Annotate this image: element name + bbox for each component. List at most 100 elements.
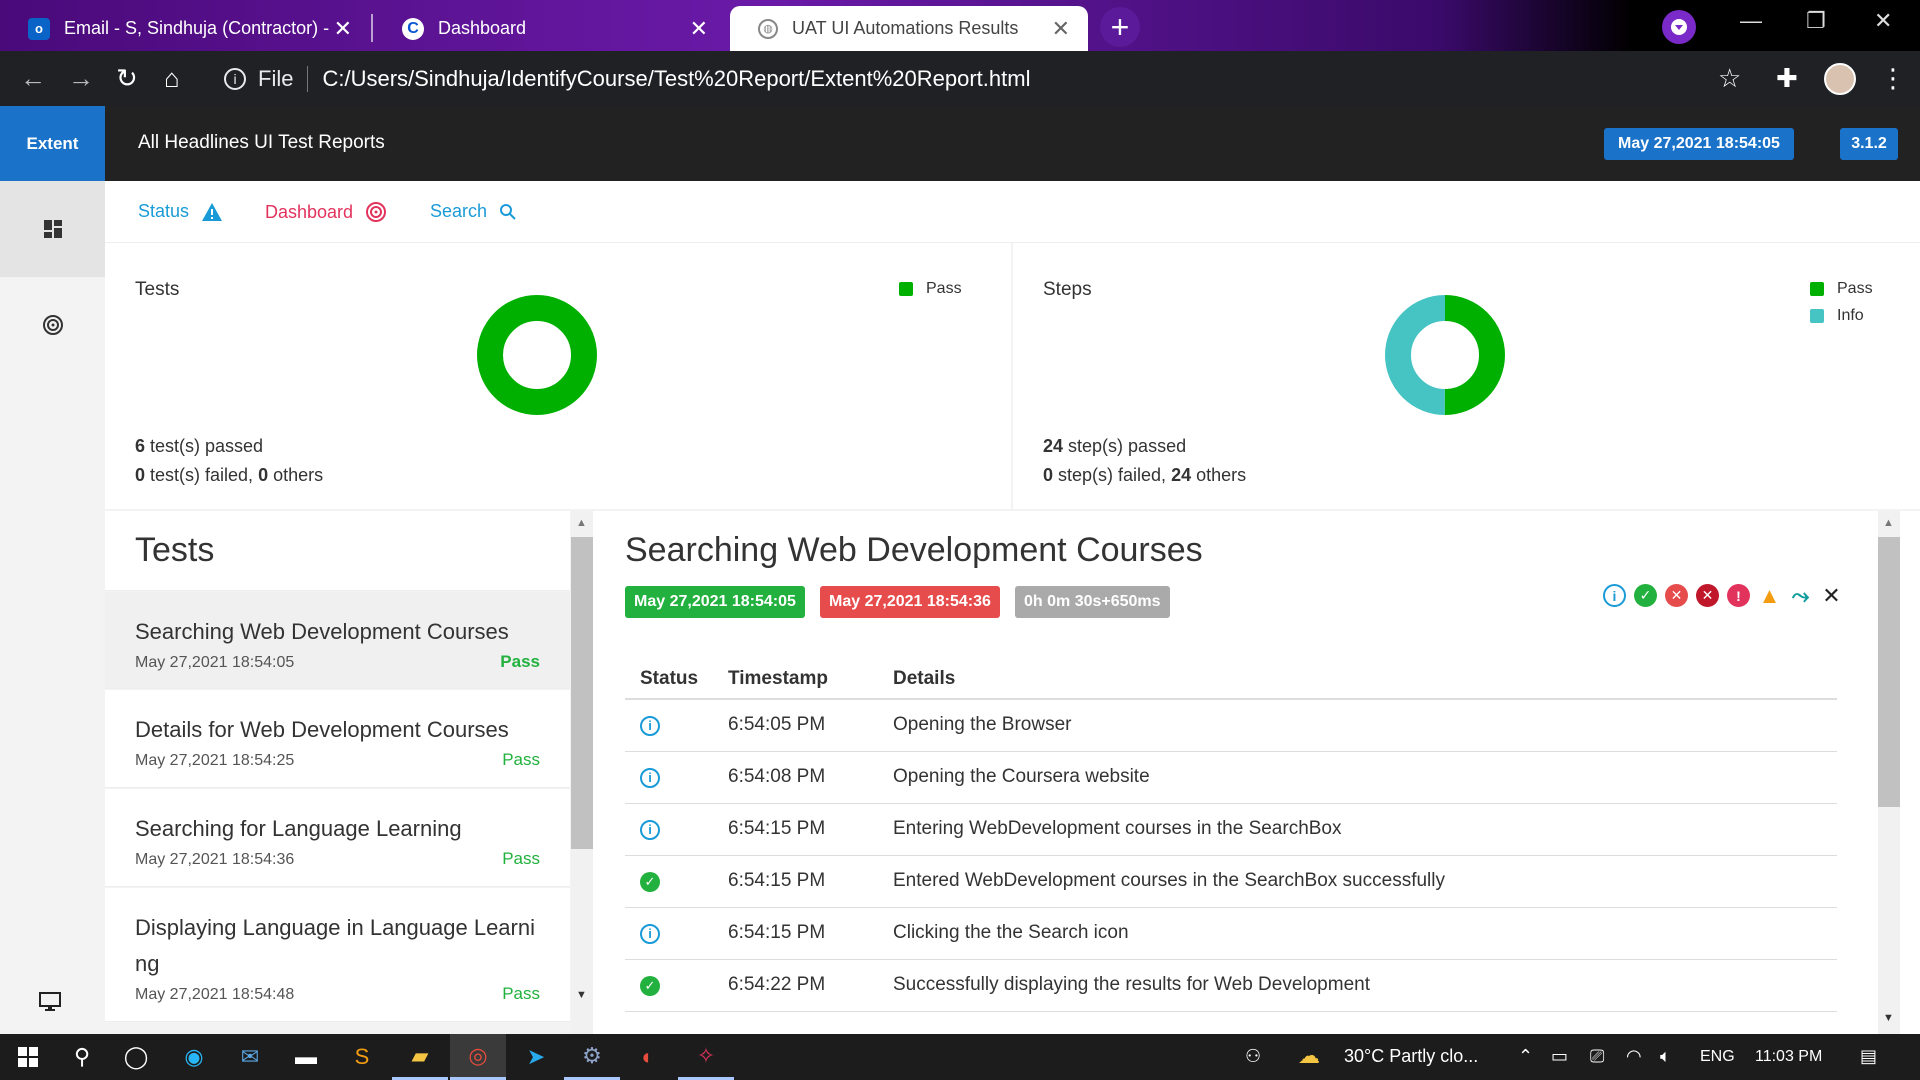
url-text[interactable]: C:/Users/Sindhuja/IdentifyCourse/Test%20… — [322, 66, 1030, 92]
close-tab-icon[interactable]: ✕ — [334, 16, 352, 42]
scroll-up-icon[interactable]: ▲ — [1883, 517, 1894, 529]
info-icon: i — [640, 767, 660, 788]
scroll-down-icon[interactable]: ▼ — [576, 989, 587, 1001]
settings-gear-icon[interactable]: ⚙ — [564, 1034, 620, 1080]
test-list-item[interactable]: Searching Web Development Courses May 27… — [105, 592, 570, 689]
clock[interactable]: 11:03 PM — [1755, 1048, 1822, 1066]
legend-label: Info — [1837, 306, 1864, 324]
grid-icon — [43, 220, 62, 238]
nav-dashboard[interactable]: Dashboard — [265, 201, 387, 223]
version-badge: 3.1.2 — [1840, 128, 1898, 160]
legend-label: Pass — [926, 279, 962, 297]
minimize-icon[interactable]: — — [1740, 8, 1762, 34]
bookmark-star-icon[interactable]: ☆ — [1718, 63, 1741, 94]
filter-info-icon[interactable]: i — [1603, 584, 1626, 607]
browser-tab-email[interactable]: o Email - S, Sindhuja (Contractor) - ✕ — [0, 6, 370, 51]
reload-icon[interactable]: ↻ — [116, 63, 138, 94]
steps-legend: Pass Info — [1810, 275, 1873, 329]
filter-skip-icon[interactable]: ⤳ — [1789, 583, 1812, 608]
sublime-icon[interactable]: S — [334, 1034, 390, 1080]
home-icon[interactable]: ⌂ — [164, 63, 180, 94]
start-time-badge: May 27,2021 18:54:05 — [625, 586, 805, 618]
scroll-up-icon[interactable]: ▲ — [576, 517, 587, 529]
nav-dashboard-label: Dashboard — [265, 201, 354, 222]
close-tab-icon[interactable]: ✕ — [690, 16, 708, 42]
status-cell: i — [625, 751, 713, 804]
tests-legend: Pass — [899, 275, 962, 302]
tests-failed-count: 0 — [135, 465, 146, 485]
task-view-icon[interactable]: ◯ — [108, 1034, 164, 1080]
nav-search-label: Search — [430, 201, 488, 221]
browser-tab-uat-results[interactable]: ◍ UAT UI Automations Results ✕ — [730, 6, 1088, 51]
language-indicator[interactable]: ENG — [1700, 1048, 1735, 1066]
tests-summary: 6 test(s) passed 0 test(s) failed, 0 oth… — [135, 432, 323, 490]
sidebar-item-tests[interactable] — [0, 181, 105, 277]
scroll-down-icon[interactable]: ▼ — [1883, 1012, 1894, 1024]
edge-icon[interactable]: ◉ — [166, 1034, 222, 1080]
browser-tab-dashboard[interactable]: C Dashboard ✕ — [374, 6, 726, 51]
clear-filter-icon[interactable]: ✕ — [1820, 583, 1843, 608]
search-icon[interactable]: ⚲ — [54, 1034, 110, 1080]
monitor-icon — [39, 992, 61, 1011]
address-bar[interactable]: i File C:/Users/Sindhuja/IdentifyCourse/… — [214, 57, 1754, 101]
steps-passed-line: 24 step(s) passed — [1043, 432, 1246, 461]
filter-fail-icon[interactable]: ✕ — [1665, 584, 1688, 607]
paint-icon[interactable]: ◐ — [620, 1034, 676, 1080]
test-list-item[interactable]: Displaying Language in Language Learni n… — [105, 888, 570, 1022]
tests-passed-text: test(s) passed — [145, 436, 264, 456]
volume-icon[interactable]: 🔈︎ — [1660, 1046, 1671, 1067]
tests-failed-line: 0 test(s) failed, 0 others — [135, 461, 323, 490]
test-date: May 27,2021 18:54:25 — [135, 752, 295, 769]
table-row: i 6:54:05 PM Opening the Browser — [625, 699, 1837, 752]
chrome-icon[interactable]: ◎ — [450, 1034, 506, 1080]
filter-error-icon[interactable]: ! — [1727, 584, 1750, 607]
sidebar-item-dashboard[interactable] — [0, 277, 105, 373]
back-icon[interactable]: ← — [20, 63, 46, 94]
mail-icon[interactable]: ✉ — [222, 1034, 278, 1080]
notifications-icon[interactable]: ▤ — [1860, 1046, 1877, 1067]
forward-icon[interactable]: → — [68, 63, 94, 94]
test-list-scroll-thumb[interactable] — [571, 537, 593, 849]
close-tab-icon[interactable]: ✕ — [1052, 16, 1070, 42]
file-explorer-icon[interactable]: ▰ — [392, 1034, 448, 1080]
filter-warning-icon[interactable]: ▲ — [1758, 583, 1781, 608]
avatar[interactable] — [1824, 63, 1856, 95]
nav-search[interactable]: Search — [430, 201, 517, 222]
weather-text[interactable]: 30°C Partly clo... — [1344, 1046, 1478, 1067]
test-date: May 27,2021 18:54:48 — [135, 986, 295, 1003]
menu-icon[interactable]: ⋮ — [1880, 63, 1906, 94]
sidebar-item-display[interactable] — [30, 987, 70, 1017]
search-icon — [500, 203, 516, 220]
people-icon[interactable]: ⚇ — [1245, 1046, 1261, 1067]
start-icon[interactable] — [0, 1034, 56, 1080]
filter-pass-icon[interactable]: ✓ — [1634, 584, 1657, 607]
meet-now-icon[interactable]: ⎚ — [1590, 1046, 1604, 1067]
weather-icon[interactable]: ☁ — [1298, 1043, 1320, 1069]
nav-status[interactable]: Status — [138, 201, 223, 222]
status-cell: i — [625, 907, 713, 960]
pass-check-icon: ✓ — [640, 976, 660, 996]
brand-logo[interactable]: Extent — [0, 106, 105, 181]
new-tab-button[interactable]: + — [1100, 7, 1140, 47]
tab-search-icon[interactable] — [1662, 10, 1696, 44]
test-status: Pass — [502, 984, 540, 1003]
close-window-icon[interactable]: ✕ — [1874, 8, 1892, 34]
app-icon[interactable]: ✧ — [678, 1034, 734, 1080]
filter-fatal-icon[interactable]: ✕ — [1696, 584, 1719, 607]
extensions-icon[interactable]: ✚ — [1776, 63, 1798, 94]
terminal-icon[interactable]: ▬ — [278, 1034, 334, 1080]
test-list-item[interactable]: Searching for Language Learning May 27,2… — [105, 789, 570, 887]
telegram-icon[interactable]: ➤ — [508, 1034, 564, 1080]
restore-icon[interactable]: ❐ — [1806, 8, 1826, 34]
battery-icon[interactable]: ▭ — [1551, 1046, 1568, 1067]
wifi-icon[interactable]: ◠ — [1626, 1046, 1642, 1067]
dashboard-panels: Tests Pass 6 test(s) passed 0 test(s) fa… — [105, 243, 1920, 511]
pass-check-icon: ✓ — [640, 872, 660, 892]
donut-slice-pass — [477, 295, 597, 415]
test-list-item[interactable]: Details for Web Development Courses May … — [105, 690, 570, 788]
show-hidden-icons[interactable]: ⌃ — [1518, 1046, 1533, 1067]
info-icon[interactable]: i — [224, 68, 246, 90]
windows-taskbar: ⚲ ◯ ◉ ✉ ▬ S ▰ ◎ ➤ ⚙ ◐ ✧ ⚇ ☁ 30°C Partly … — [0, 1034, 1920, 1080]
tests-others-text: others — [268, 465, 324, 485]
detail-scroll-thumb[interactable] — [1878, 537, 1900, 807]
